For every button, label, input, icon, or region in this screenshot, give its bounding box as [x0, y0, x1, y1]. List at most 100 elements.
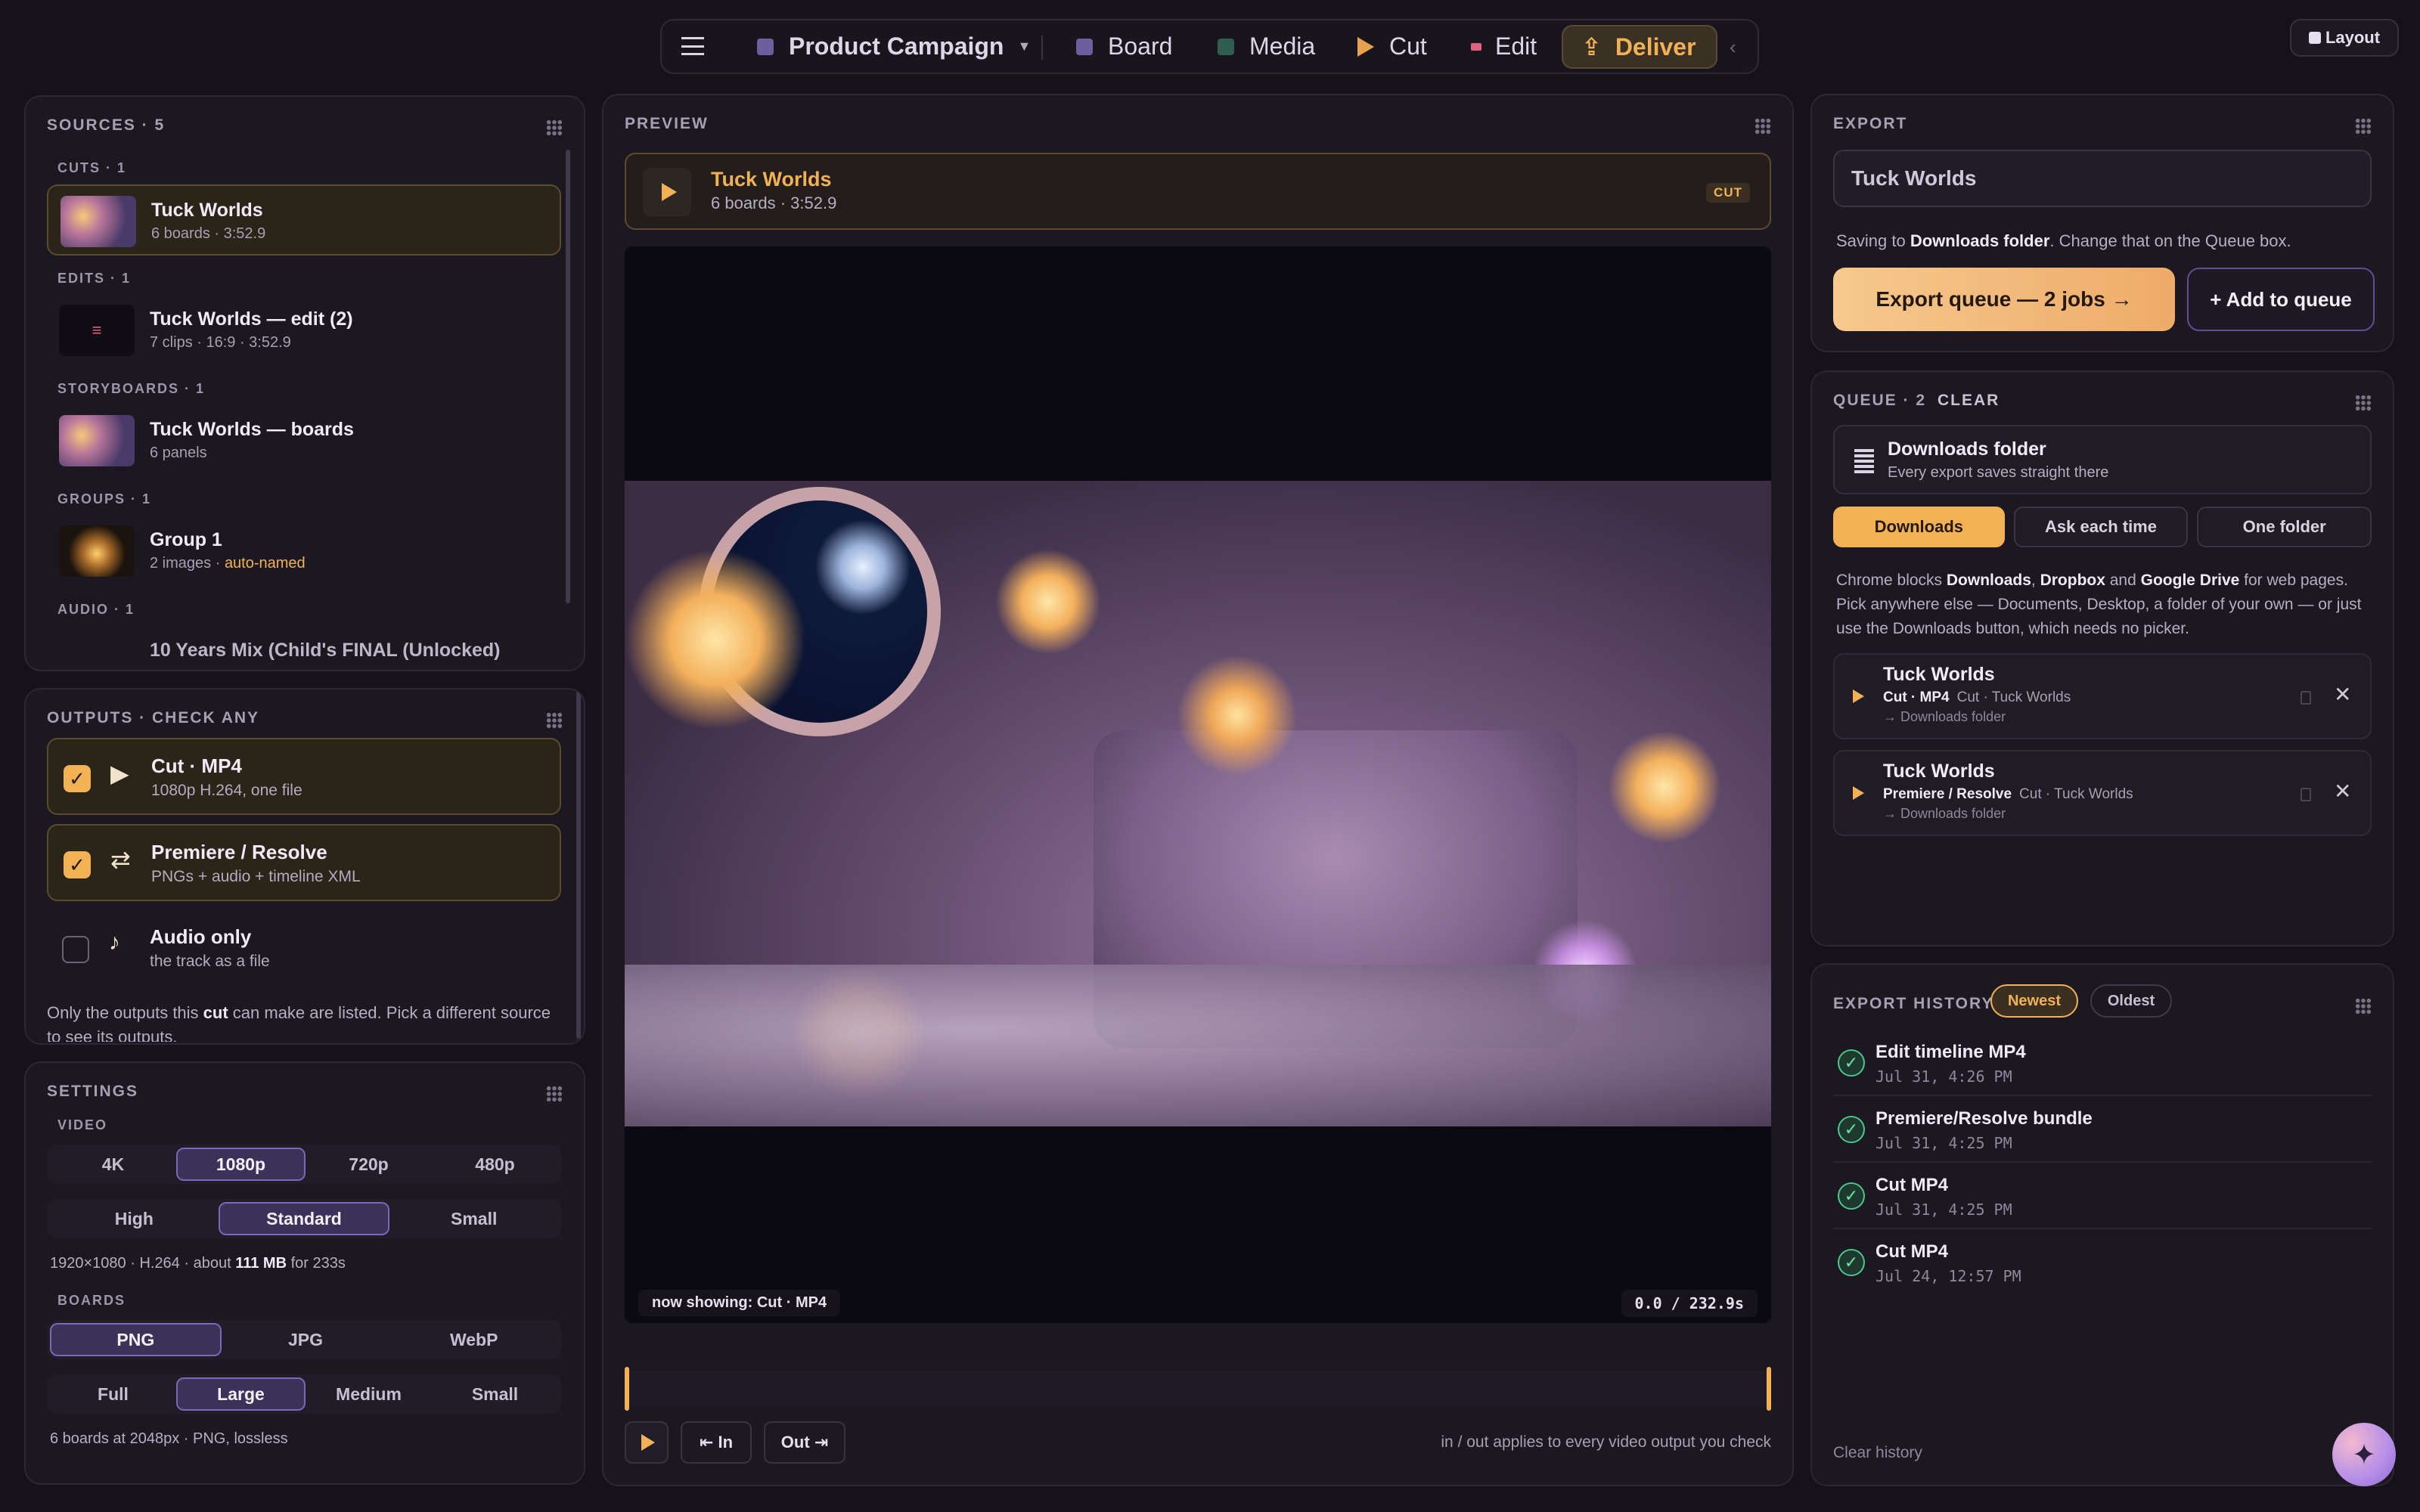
clear-history-link[interactable]: Clear history — [1833, 1444, 1922, 1462]
tab-cut[interactable]: Cut — [1357, 20, 1427, 73]
timecode: 0.0 / 232.9s — [1621, 1290, 1758, 1317]
drag-handle-icon[interactable] — [546, 119, 563, 136]
option-large[interactable]: Large — [176, 1377, 306, 1411]
option-medium[interactable]: Medium — [306, 1377, 432, 1411]
history-date: Jul 24, 12:57 PM — [1876, 1267, 2021, 1285]
clip-sub: 6 boards · 3:52.9 — [711, 194, 837, 212]
source-title: Tuck Worlds — boards — [150, 419, 354, 440]
section-header: CUTS · 1 — [57, 160, 127, 175]
video-stage[interactable]: now showing: Cut · MP4 0.0 / 232.9s — [625, 246, 1771, 1323]
tab-deliver[interactable]: ⇪ Deliver — [1562, 25, 1717, 69]
play-icon — [1357, 36, 1374, 57]
option-small[interactable]: Small — [389, 1202, 558, 1235]
history-item[interactable]: ✓ Cut MP4 Jul 24, 12:57 PM — [1833, 1231, 2372, 1296]
lamp-glow — [1177, 655, 1298, 776]
job-destination: → Downloads folder — [1883, 709, 2006, 724]
option-1080p[interactable]: 1080p — [176, 1148, 306, 1181]
option-720p[interactable]: 720p — [306, 1148, 432, 1181]
export-queue-button[interactable]: Export queue — 2 jobs → — [1833, 268, 2175, 331]
source-item-audio-clipped[interactable]: 10 Years Mix (Child's FINAL (Unlocked) — [47, 624, 561, 667]
option-full[interactable]: Full — [50, 1377, 176, 1411]
history-item[interactable]: ✓ Edit timeline MP4 Jul 31, 4:26 PM — [1833, 1031, 2372, 1096]
option-small[interactable]: Small — [432, 1377, 558, 1411]
job-details: Premiere / Resolve Cut · Tuck Worlds — [1883, 786, 2133, 802]
section-header: BOARDS — [57, 1293, 126, 1308]
play-button[interactable] — [643, 168, 691, 216]
option-standard[interactable]: Standard — [218, 1202, 390, 1235]
assistant-button[interactable]: ✦ — [2332, 1423, 2396, 1486]
section-header: EDITS · 1 — [57, 271, 132, 286]
lantern-thumbnail — [59, 525, 135, 577]
add-to-queue-button[interactable]: + Add to queue — [2187, 268, 2375, 331]
output-audio-only[interactable]: ♪ Audio only the track as a file — [47, 910, 561, 987]
mode-one-folder[interactable]: One folder — [2197, 507, 2372, 547]
tab-edit[interactable]: Edit — [1471, 20, 1537, 73]
checkbox[interactable] — [62, 936, 89, 963]
drag-handle-icon[interactable] — [2355, 118, 2372, 135]
option-4k[interactable]: 4K — [50, 1148, 176, 1181]
star-glow — [995, 549, 1101, 655]
check-circle-icon: ✓ — [1838, 1249, 1865, 1276]
clear-queue-button[interactable]: CLEAR — [1938, 392, 2000, 410]
out-marker[interactable] — [1767, 1367, 1771, 1411]
tab-media[interactable]: Media — [1218, 20, 1315, 73]
drag-handle-icon[interactable] — [2355, 395, 2372, 411]
output-premiere-resolve[interactable]: ✓ ⇄ Premiere / Resolve PNGs + audio + ti… — [47, 824, 561, 901]
history-title: Edit timeline MP4 — [1876, 1042, 2026, 1062]
history-item[interactable]: ✓ Cut MP4 Jul 31, 4:25 PM — [1833, 1164, 2372, 1229]
project-switcher[interactable]: Product Campaign ▼ — [757, 20, 1031, 73]
edit-icon — [1471, 42, 1481, 51]
export-name-input[interactable] — [1833, 150, 2372, 207]
close-icon[interactable]: ✕ — [2334, 682, 2351, 707]
scrollbar[interactable] — [576, 689, 581, 1039]
checkbox[interactable]: ✓ — [64, 851, 91, 878]
history-title: Cut MP4 — [1876, 1241, 1948, 1262]
in-marker[interactable] — [625, 1367, 629, 1411]
source-item-cut[interactable]: Tuck Worlds 6 boards · 3:52.9 — [47, 184, 561, 256]
chevron-left-icon[interactable]: ‹ — [1730, 36, 1736, 59]
preview-play-button[interactable] — [625, 1421, 669, 1464]
scrollbar[interactable] — [566, 150, 570, 603]
drag-handle-icon[interactable] — [2355, 998, 2372, 1015]
source-item-edit[interactable]: ≡ Tuck Worlds — edit (2) 7 clips · 16:9 … — [47, 295, 561, 366]
history-date: Jul 31, 4:25 PM — [1876, 1201, 2012, 1219]
timeline-scrubber[interactable] — [625, 1367, 1771, 1411]
upload-icon: ⇪ — [1581, 33, 1602, 60]
set-in-button[interactable]: ⇤ In — [681, 1421, 752, 1464]
menu-icon[interactable] — [681, 37, 704, 55]
history-date: Jul 31, 4:25 PM — [1876, 1134, 2012, 1152]
queue-job[interactable]: Tuck Worlds Cut · MP4 Cut · Tuck Worlds →… — [1833, 653, 2372, 739]
option-png[interactable]: PNG — [50, 1323, 222, 1356]
now-showing-label: now showing: Cut · MP4 — [638, 1290, 841, 1316]
drag-handle-icon[interactable] — [1754, 118, 1771, 135]
close-icon[interactable]: ✕ — [2334, 779, 2351, 804]
option-high[interactable]: High — [50, 1202, 219, 1235]
output-cut-mp4[interactable]: ✓ ▶ Cut · MP4 1080p H.264, one file — [47, 738, 561, 815]
layout-button[interactable]: Layout — [2290, 19, 2399, 57]
drag-icon[interactable] — [2301, 691, 2311, 705]
drag-handle-icon[interactable] — [546, 1086, 563, 1102]
drag-handle-icon[interactable] — [546, 712, 563, 729]
source-item-group[interactable]: Group 1 2 images · auto-named — [47, 516, 561, 587]
set-out-button[interactable]: Out ⇥ — [764, 1421, 845, 1464]
panel-title: OUTPUTS · CHECK ANY — [47, 709, 260, 727]
mode-ask-each-time[interactable]: Ask each time — [2013, 507, 2189, 547]
history-item[interactable]: ✓ Premiere/Resolve bundle Jul 31, 4:25 P… — [1833, 1098, 2372, 1163]
sort-newest[interactable]: Newest — [1990, 984, 2078, 1018]
drag-icon[interactable] — [2301, 788, 2311, 801]
preview-source-header: Tuck Worlds 6 boards · 3:52.9 CUT — [625, 153, 1771, 230]
queue-job[interactable]: Tuck Worlds Premiere / Resolve Cut · Tuck… — [1833, 750, 2372, 836]
source-sub: 6 boards · 3:52.9 — [151, 225, 266, 242]
option-jpg[interactable]: JPG — [222, 1323, 390, 1356]
panel-title: EXPORT HISTORY — [1833, 995, 1994, 1012]
top-navigation: Product Campaign ▼ Board Media Cut Edit … — [660, 19, 1759, 74]
mode-downloads[interactable]: Downloads — [1833, 507, 2005, 547]
option-webp[interactable]: WebP — [389, 1323, 558, 1356]
tab-board[interactable]: Board — [1076, 20, 1172, 73]
history-title: Cut MP4 — [1876, 1175, 1948, 1195]
sort-oldest[interactable]: Oldest — [2090, 984, 2172, 1018]
option-480p[interactable]: 480p — [432, 1148, 558, 1181]
source-item-storyboard[interactable]: Tuck Worlds — boards 6 panels — [47, 405, 561, 476]
section-header: VIDEO — [57, 1117, 108, 1132]
checkbox[interactable]: ✓ — [64, 765, 91, 792]
